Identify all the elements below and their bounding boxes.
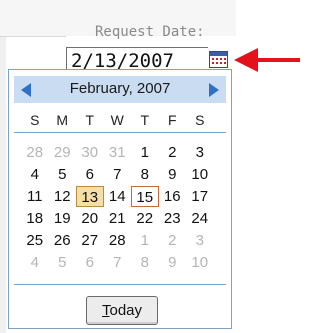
day-cell[interactable]: 26 [49, 230, 77, 251]
week-row: 28 29 30 31 1 2 3 [21, 142, 223, 164]
weekday-label: T [85, 112, 95, 128]
day-cell[interactable]: 19 [49, 208, 77, 229]
week-row: 11 12 13 14 15 16 17 [21, 186, 223, 208]
today-button[interactable]: Today [86, 296, 158, 325]
day-cell[interactable]: 18 [21, 208, 49, 229]
day-cell-other-month[interactable]: 10 [186, 252, 214, 273]
day-cell[interactable]: 11 [21, 186, 49, 207]
day-cell[interactable]: 24 [186, 208, 214, 229]
week-row: 25 26 27 28 1 2 3 [21, 230, 223, 252]
day-grid: 28 29 30 31 1 2 3 4 5 6 7 8 9 10 11 12 13 14 15 16 17 18 19 20 2… [21, 142, 223, 274]
triangle-left-icon[interactable] [20, 83, 32, 97]
day-cell[interactable]: 25 [21, 230, 49, 251]
day-cell-other-month[interactable]: 7 [104, 252, 132, 273]
day-cell[interactable]: 7 [104, 164, 132, 185]
day-cell[interactable]: 23 [159, 208, 187, 229]
week-row: 4 5 6 7 8 9 10 [21, 252, 223, 274]
day-cell-other-month[interactable]: 9 [159, 252, 187, 273]
footer-divider [14, 284, 226, 285]
background-edge [0, 36, 6, 333]
day-cell[interactable]: 28 [104, 230, 132, 251]
day-cell[interactable]: 20 [76, 208, 104, 229]
request-date-label: Request Date: [95, 24, 205, 40]
day-cell[interactable]: 1 [131, 142, 159, 163]
day-cell-other-month[interactable]: 1 [131, 230, 159, 251]
day-cell-other-month[interactable]: 5 [49, 252, 77, 273]
day-cell-other-month[interactable]: 2 [159, 230, 187, 251]
day-cell-other-month[interactable]: 8 [131, 252, 159, 273]
day-cell[interactable]: 3 [186, 142, 214, 163]
header-divider [14, 132, 226, 133]
day-cell-other-month[interactable]: 4 [21, 252, 49, 273]
triangle-right-icon[interactable] [208, 83, 220, 97]
day-cell[interactable]: 4 [21, 164, 49, 185]
day-cell[interactable]: 9 [159, 164, 187, 185]
day-cell[interactable]: 27 [76, 230, 104, 251]
day-cell[interactable]: 12 [49, 186, 77, 207]
month-title: February, 2007 [69, 80, 171, 97]
day-cell[interactable]: 2 [159, 142, 187, 163]
weekday-label: M [56, 112, 69, 128]
day-cell[interactable]: 6 [76, 164, 104, 185]
day-cell[interactable]: 14 [104, 186, 132, 207]
weekday-label: F [167, 112, 177, 128]
day-cell[interactable]: 21 [104, 208, 132, 229]
background-divider [0, 36, 66, 37]
today-rest: oday [109, 302, 143, 319]
day-cell-other-month[interactable]: 31 [104, 142, 132, 163]
day-cell[interactable]: 16 [159, 186, 187, 207]
day-cell-today[interactable]: 13 [76, 186, 104, 207]
day-cell[interactable]: 8 [131, 164, 159, 185]
date-picker-popup: February, 2007 SMTWTFS 28 29 30 31 1 2 3 4 5 6 7 8 9… [8, 69, 232, 329]
day-cell[interactable]: 10 [186, 164, 214, 185]
day-cell-other-month[interactable]: 29 [49, 142, 77, 163]
day-cell[interactable]: 5 [49, 164, 77, 185]
day-cell-selected[interactable]: 15 [131, 186, 159, 207]
weekday-label: S [30, 112, 40, 128]
day-cell-other-month[interactable]: 3 [186, 230, 214, 251]
week-row: 18 19 20 21 22 23 24 [21, 208, 223, 230]
day-cell-other-month[interactable]: 6 [76, 252, 104, 273]
day-cell-other-month[interactable]: 28 [21, 142, 49, 163]
day-cell-other-month[interactable]: 30 [76, 142, 104, 163]
day-cell[interactable]: 17 [186, 186, 214, 207]
red-arrow-icon [232, 45, 302, 75]
week-row: 4 5 6 7 8 9 10 [21, 164, 223, 186]
day-cell[interactable]: 22 [131, 208, 159, 229]
weekday-label: S [195, 112, 205, 128]
weekday-header-row: SMTWTFS [21, 110, 223, 132]
weekday-label: T [140, 112, 150, 128]
weekday-label: W [110, 112, 124, 128]
calendar-icon[interactable] [209, 51, 228, 68]
calendar-header: February, 2007 [14, 76, 226, 103]
